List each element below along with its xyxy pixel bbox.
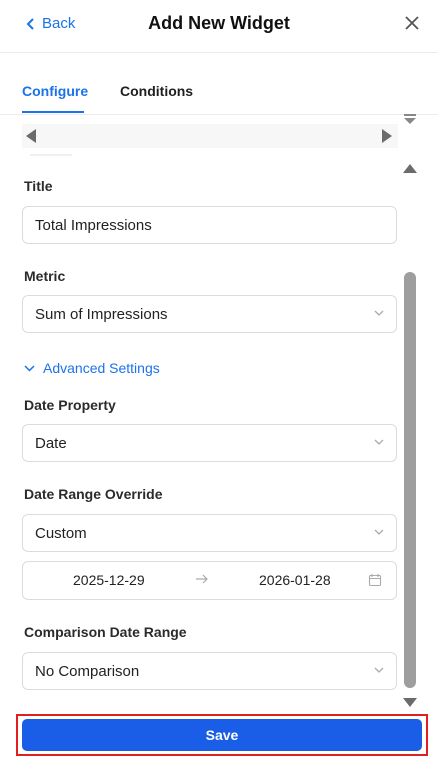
title-input[interactable]: Total Impressions	[22, 206, 397, 244]
end-date[interactable]: 2026-01-28	[259, 572, 331, 588]
scroll-left-icon[interactable]	[26, 129, 36, 143]
metric-label: Metric	[24, 268, 66, 284]
modal-title: Add New Widget	[148, 13, 290, 33]
chevron-down-icon	[374, 310, 384, 316]
comparison-value: No Comparison	[35, 663, 140, 680]
scroll-menu-icon[interactable]	[404, 114, 416, 124]
divider	[30, 154, 72, 156]
active-tab-indicator	[22, 111, 84, 113]
date-property-select[interactable]: Date	[22, 424, 397, 462]
advanced-settings-toggle[interactable]: Advanced Settings	[24, 360, 160, 376]
scroll-down-icon[interactable]	[403, 698, 417, 707]
save-button-highlight: Save	[16, 714, 428, 756]
tab-configure[interactable]: Configure	[22, 83, 88, 99]
title-label: Title	[24, 178, 53, 194]
comparison-date-range-select[interactable]: No Comparison	[22, 652, 397, 690]
arrow-right-icon	[196, 574, 208, 584]
modal-header: Back Add New Widget	[0, 0, 438, 53]
advanced-settings-label: Advanced Settings	[43, 360, 160, 376]
chevron-down-icon	[374, 439, 384, 445]
comparison-date-range-label: Comparison Date Range	[24, 624, 187, 640]
scrollbar-thumb[interactable]	[404, 272, 416, 688]
save-button[interactable]: Save	[22, 719, 422, 751]
title-input-value: Total Impressions	[35, 217, 152, 234]
date-range-override-select[interactable]: Custom	[22, 514, 397, 552]
vertical-scrollbar[interactable]	[401, 110, 419, 712]
scroll-right-icon[interactable]	[382, 129, 392, 143]
scroll-up-icon[interactable]	[403, 164, 417, 173]
close-icon[interactable]	[404, 15, 420, 36]
metric-select-value: Sum of Impressions	[35, 306, 168, 323]
metric-select[interactable]: Sum of Impressions	[22, 295, 397, 333]
chevron-down-icon	[24, 364, 35, 372]
tab-bar: Configure Conditions	[0, 70, 438, 115]
tab-conditions[interactable]: Conditions	[120, 83, 193, 99]
date-range-override-label: Date Range Override	[24, 486, 163, 502]
horizontal-scrollbar[interactable]	[22, 124, 398, 148]
date-property-label: Date Property	[24, 397, 116, 413]
chevron-down-icon	[374, 667, 384, 673]
start-date[interactable]: 2025-12-29	[73, 572, 145, 588]
date-range-picker[interactable]: 2025-12-29 2026-01-28	[22, 561, 397, 600]
date-property-value: Date	[35, 435, 67, 452]
chevron-down-icon	[374, 529, 384, 535]
date-range-override-value: Custom	[35, 525, 87, 542]
calendar-icon[interactable]	[368, 573, 382, 587]
